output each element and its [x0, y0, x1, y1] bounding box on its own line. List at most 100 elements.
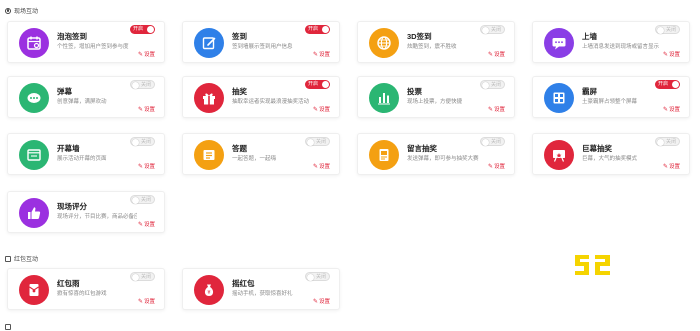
toggle-knob: [132, 81, 139, 89]
toggle-knob: [657, 26, 664, 34]
settings-link[interactable]: ✎ 设置: [137, 50, 155, 59]
window-icon: [19, 140, 49, 170]
card-desc: 个性签，增加用户签到参与度: [57, 44, 129, 50]
card-live-rating[interactable]: 现场评分 现场评分，节目比赛，商品必备应用 关闭 ✎ 设置: [7, 191, 165, 233]
card-message-lottery[interactable]: 留言抽奖 发送弹幕，即可参与抽奖大赛 关闭 ✎ 设置: [357, 133, 515, 175]
card-screen[interactable]: 霸屏 土豪霸屏占领整个屏幕 开启 ✎ 设置: [532, 76, 690, 118]
toggle-switch[interactable]: 开启: [305, 25, 330, 34]
toggle-switch[interactable]: 关闭: [655, 25, 680, 34]
card-danmaku[interactable]: 弹幕 创意弹幕，满屏欢动 关闭 ✎ 设置: [7, 76, 165, 118]
toggle-switch[interactable]: 关闭: [130, 195, 155, 204]
card-shake-red-packet[interactable]: ¥ 摇红包 摇动手机，获取惊喜好礼 关闭 ✎ 设置: [182, 268, 340, 310]
toggle-switch[interactable]: 开启: [305, 80, 330, 89]
section-title-red-packet: 红包互动: [5, 254, 38, 263]
settings-link[interactable]: ✎ 设置: [312, 297, 330, 306]
toggle-switch[interactable]: 关闭: [480, 80, 505, 89]
toggle-knob: [132, 273, 139, 281]
card-title: 霸屏: [582, 87, 597, 96]
settings-link[interactable]: ✎ 设置: [487, 105, 505, 114]
card-desc: 掀有惊喜的红包游戏: [57, 291, 107, 297]
settings-link[interactable]: ✎ 设置: [662, 105, 680, 114]
message-icon: [369, 140, 399, 170]
settings-link[interactable]: ✎ 设置: [137, 297, 155, 306]
toggle-switch[interactable]: 关闭: [305, 272, 330, 281]
toggle-knob: [307, 273, 314, 281]
section-title-partial: [5, 324, 11, 330]
edit-icon: ✎: [312, 106, 318, 113]
card-bubble-checkin[interactable]: 泡泡签到 个性签，增加用户签到参与度 开启 ✎ 设置: [7, 21, 165, 63]
edit-icon: ✎: [662, 106, 668, 113]
card-lottery[interactable]: 抽奖 抽取幸运者实现最浪漫抽奖活动 开启 ✎ 设置: [182, 76, 340, 118]
settings-label: 设置: [493, 107, 505, 113]
edit-icon: ✎: [662, 51, 668, 58]
edit-icon: ✎: [487, 106, 493, 113]
quiz-icon: [194, 140, 224, 170]
card-title: 答题: [232, 144, 247, 153]
card-quiz[interactable]: 答题 一起答题，一起嗨 关闭 ✎ 设置: [182, 133, 340, 175]
edit-icon: ✎: [487, 51, 493, 58]
settings-label: 设置: [318, 107, 330, 113]
card-desc: 巨幕，大气的抽奖模式: [582, 156, 638, 162]
toggle-knob: [657, 138, 664, 146]
toggle-switch[interactable]: 关闭: [130, 272, 155, 281]
toggle-label: 开启: [308, 26, 319, 32]
settings-link[interactable]: ✎ 设置: [662, 50, 680, 59]
toggle-label: 关闭: [315, 273, 326, 280]
document-icon: [5, 324, 11, 330]
toggle-switch[interactable]: 关闭: [305, 137, 330, 146]
card-vote[interactable]: 投票 现场上投票，方便快捷 关闭 ✎ 设置: [357, 76, 515, 118]
card-checkin[interactable]: 签到 签到墙展示签到用户信息 开启 ✎ 设置: [182, 21, 340, 63]
card-desc: 签到墙展示签到用户信息: [232, 44, 293, 50]
toggle-label: 开启: [658, 81, 669, 87]
card-title: 开幕墙: [57, 144, 80, 153]
info-icon: [5, 7, 11, 14]
card-desc: 抽取幸运者实现最浪漫抽奖活动: [232, 99, 310, 105]
edit-icon: ✎: [137, 298, 143, 305]
toggle-switch[interactable]: 关闭: [130, 137, 155, 146]
edit-icon: ✎: [487, 163, 493, 170]
card-3d-checkin[interactable]: 3D签到 炫酷签到，震不胜收 关闭 ✎ 设置: [357, 21, 515, 63]
card-opening-wall[interactable]: 开幕墙 展示活动开幕的页面 关闭 ✎ 设置: [7, 133, 165, 175]
projector-icon: [544, 140, 574, 170]
settings-link[interactable]: ✎ 设置: [487, 50, 505, 59]
toggle-switch[interactable]: 关闭: [130, 80, 155, 89]
toggle-knob: [147, 26, 154, 33]
card-giant-lottery[interactable]: 巨幕抽奖 巨幕，大气的抽奖模式 关闭 ✎ 设置: [532, 133, 690, 175]
watermark-logo: [575, 255, 610, 275]
settings-link[interactable]: ✎ 设置: [312, 105, 330, 114]
toggle-knob: [322, 81, 329, 88]
document-icon: [5, 255, 11, 262]
bar-chart-icon: [369, 83, 399, 113]
card-title: 现场评分: [57, 202, 87, 211]
toggle-switch[interactable]: 开启: [130, 25, 155, 34]
settings-link[interactable]: ✎ 设置: [138, 105, 155, 114]
card-red-packet-rain[interactable]: 红包雨 掀有惊喜的红包游戏 关闭 ✎ 设置: [7, 268, 165, 310]
card-wall[interactable]: 上墙 上墙消息发送到现场或留言显示 关闭 ✎ 设置: [532, 21, 690, 63]
edit-icon: ✎: [137, 51, 143, 58]
card-desc: 展示活动开幕的页面: [57, 156, 107, 162]
card-desc: 上墙消息发送到现场或留言显示: [582, 44, 660, 50]
settings-link[interactable]: ✎ 设置: [313, 50, 330, 59]
toggle-knob: [482, 138, 489, 146]
settings-label: 设置: [318, 52, 330, 58]
toggle-label: 关闭: [665, 138, 676, 145]
settings-link[interactable]: ✎ 设置: [138, 220, 155, 229]
gift-icon: [194, 83, 224, 113]
settings-label: 设置: [318, 299, 330, 305]
card-title: 摇红包: [232, 279, 255, 288]
settings-link[interactable]: ✎ 设置: [313, 162, 330, 171]
settings-link[interactable]: ✎ 设置: [487, 162, 505, 171]
dots-icon: [19, 83, 49, 113]
settings-label: 设置: [143, 107, 155, 113]
toggle-switch[interactable]: 关闭: [480, 137, 505, 146]
toggle-knob: [672, 81, 679, 88]
toggle-switch[interactable]: 开启: [655, 80, 680, 89]
settings-label: 设置: [143, 164, 155, 170]
toggle-switch[interactable]: 关闭: [480, 25, 505, 34]
settings-link[interactable]: ✎ 设置: [138, 162, 155, 171]
card-title: 3D签到: [407, 32, 432, 41]
toggle-label: 关闭: [490, 81, 501, 88]
edit-icon: ✎: [312, 298, 318, 305]
toggle-switch[interactable]: 关闭: [655, 137, 680, 146]
settings-link[interactable]: ✎ 设置: [663, 162, 680, 171]
